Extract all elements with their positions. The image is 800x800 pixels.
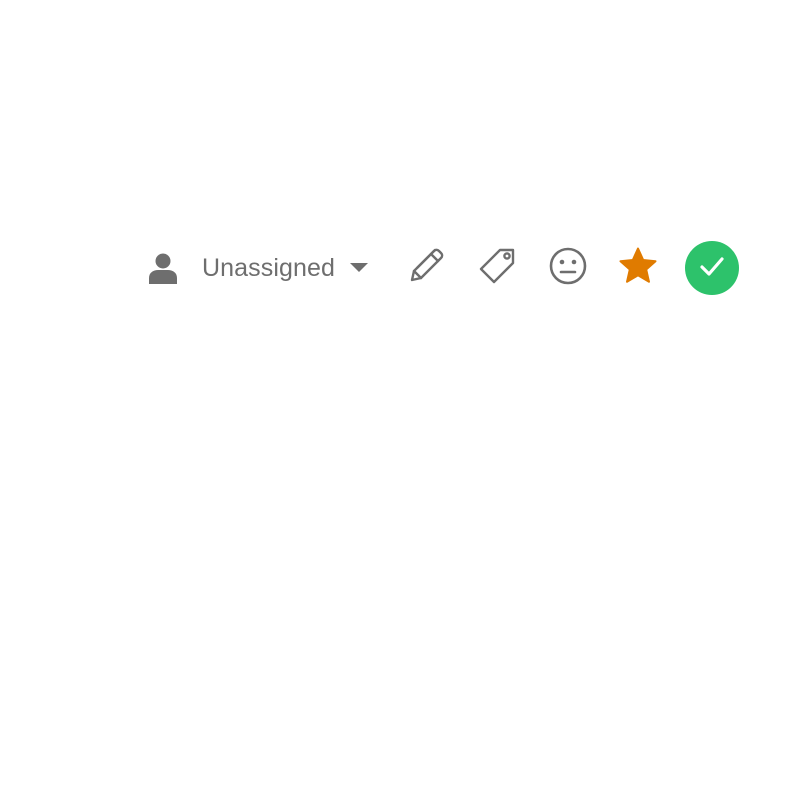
user-icon [146, 251, 180, 285]
page: Unassigned [0, 0, 800, 800]
mark-done-button[interactable] [685, 241, 740, 295]
ticket-toolbar: Unassigned [146, 240, 740, 296]
assignee-dropdown[interactable]: Unassigned [146, 248, 369, 288]
mood-button[interactable] [545, 245, 591, 291]
neutral-face-icon [546, 244, 590, 293]
check-icon [697, 251, 727, 286]
edit-button[interactable] [403, 245, 449, 291]
tag-icon [476, 244, 520, 293]
caret-down-icon [349, 248, 369, 288]
star-button[interactable] [615, 245, 661, 291]
tag-button[interactable] [475, 245, 521, 291]
star-icon [617, 245, 659, 292]
assignee-label: Unassigned [202, 254, 336, 282]
pencil-icon [404, 244, 448, 293]
